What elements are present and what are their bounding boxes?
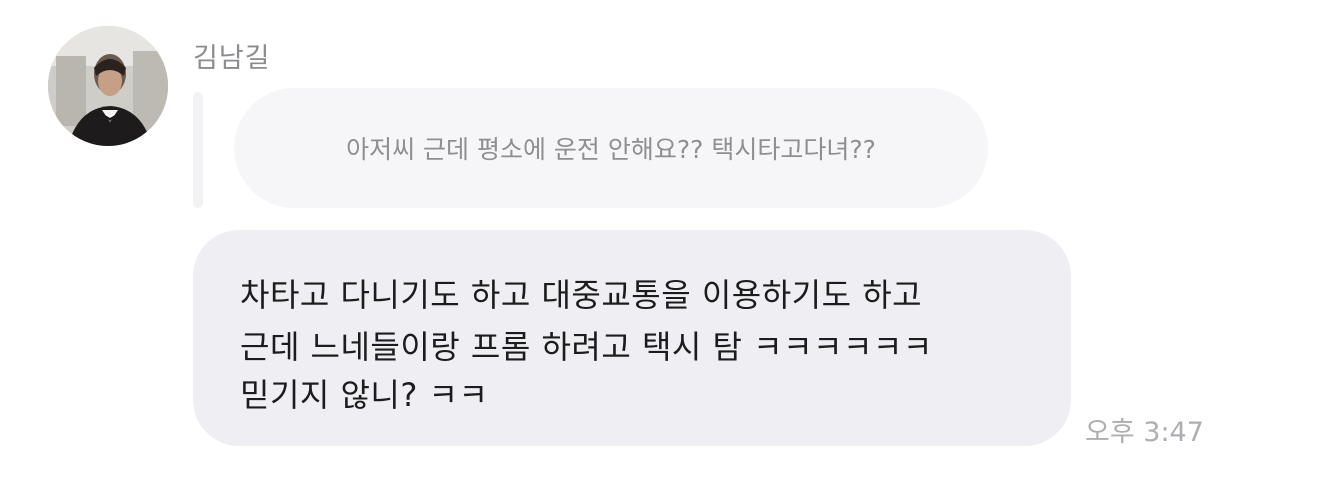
message-timestamp: 오후 3:47 <box>1085 417 1204 448</box>
reply-indicator-bar <box>193 92 203 208</box>
message-line: 믿기지 않니? ㅋㅋ <box>240 376 489 414</box>
reply-preview-bubble[interactable]: 아저씨 근데 평소에 운전 안해요?? 택시타고다녀?? <box>234 88 988 208</box>
profile-photo-icon <box>48 26 168 146</box>
reply-preview-text: 아저씨 근데 평소에 운전 안해요?? 택시타고다녀?? <box>346 135 876 164</box>
avatar[interactable] <box>48 26 168 146</box>
message-line: 근데 느네들이랑 프롬 하려고 택시 탐 ㅋㅋㅋㅋㅋㅋ <box>240 328 933 366</box>
sender-name: 김남길 <box>193 43 271 74</box>
message-line: 차타고 다니기도 하고 대중교통을 이용하기도 하고 <box>240 276 923 314</box>
